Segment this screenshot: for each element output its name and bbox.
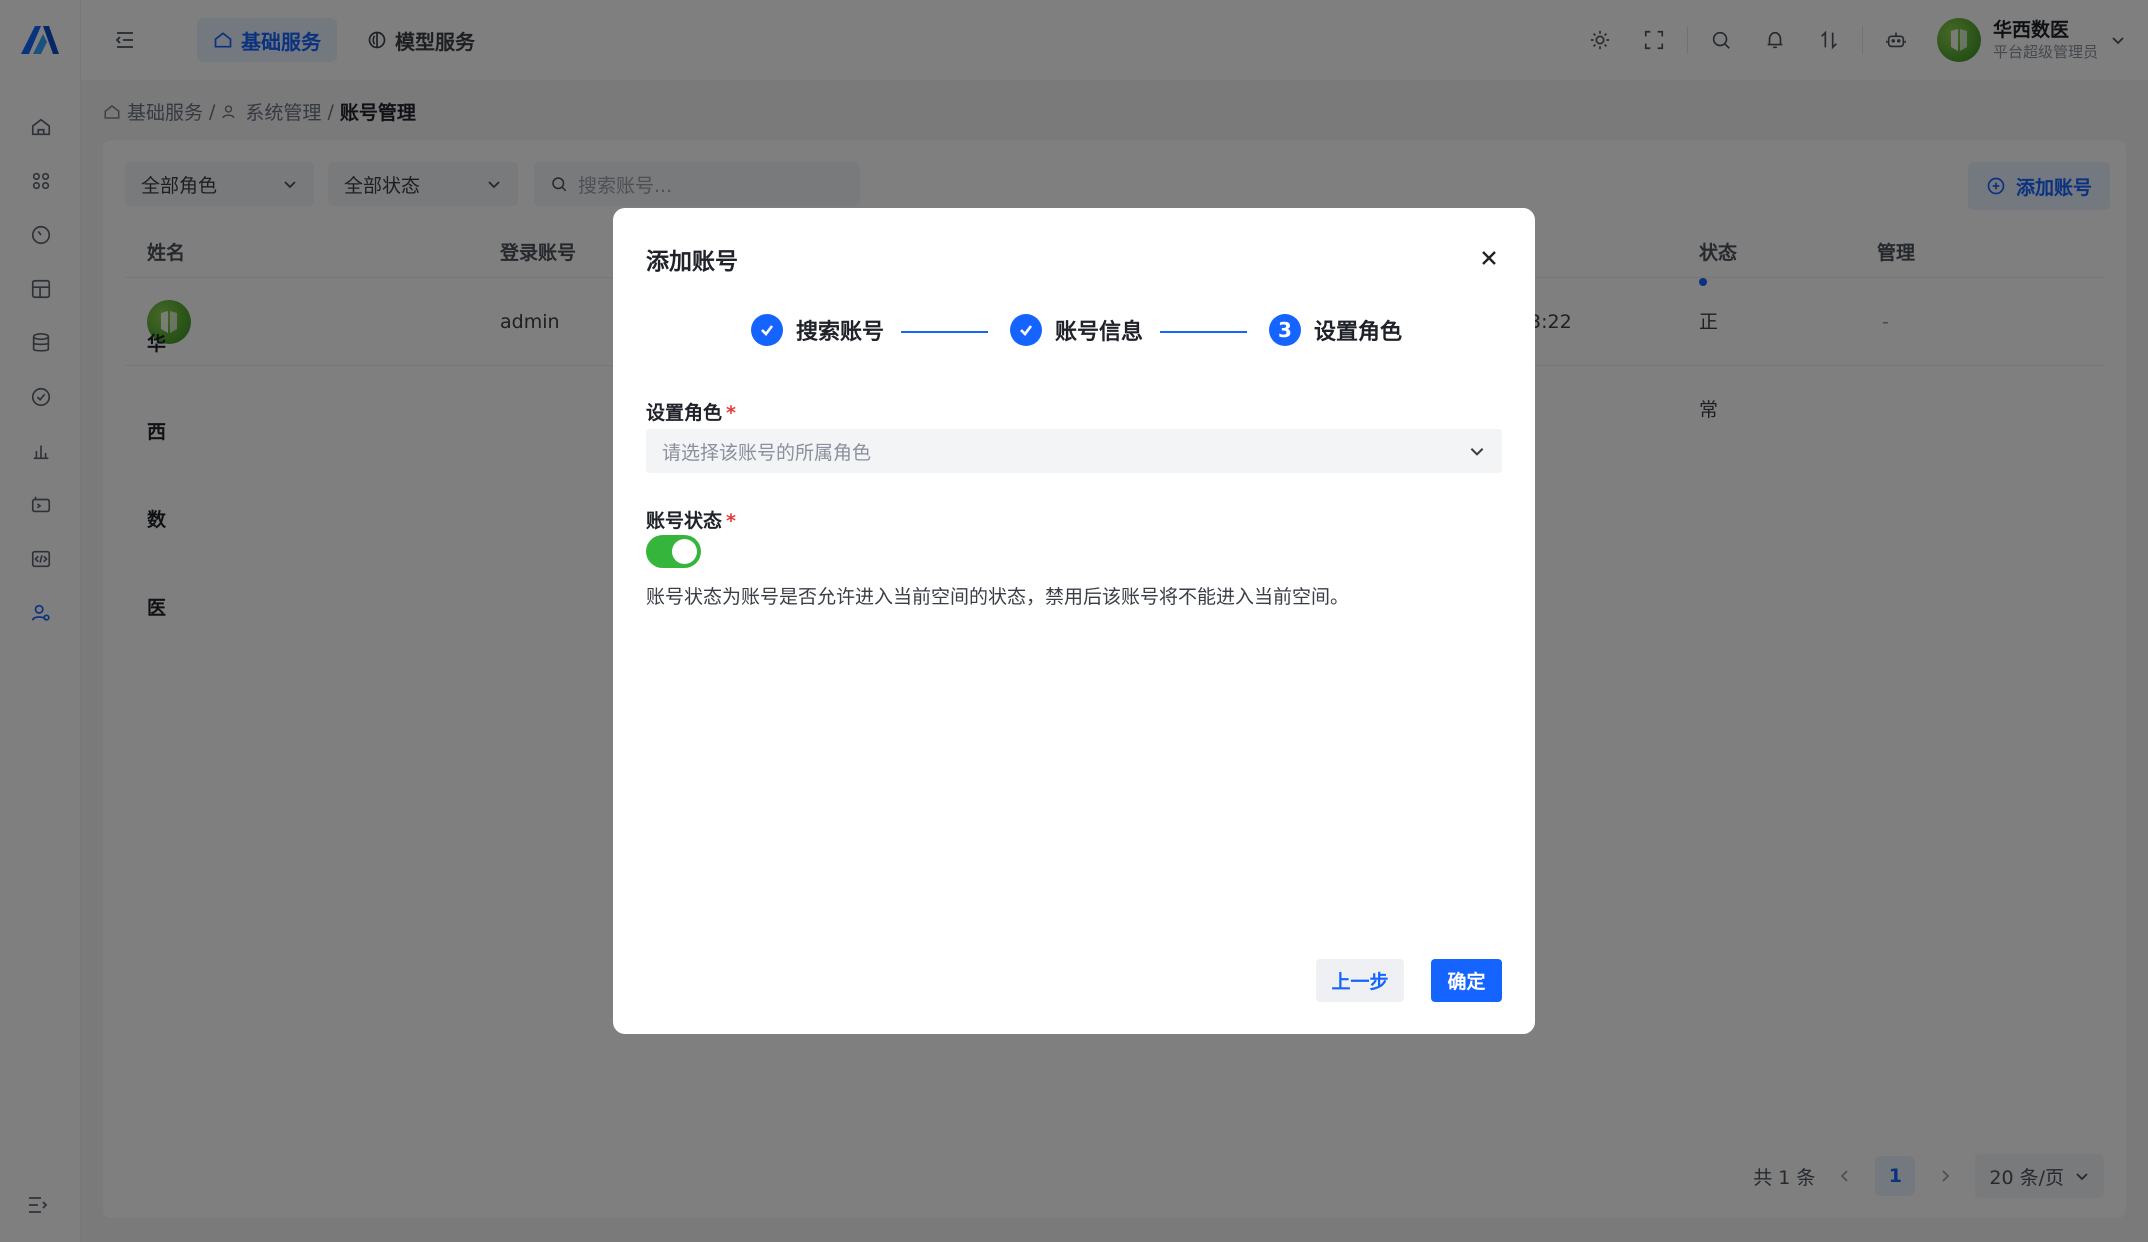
status-toggle[interactable] <box>646 535 701 568</box>
required-mark: * <box>726 402 736 424</box>
check-icon <box>751 314 783 346</box>
role-field-label: 设置角色 * <box>646 398 736 425</box>
stepper: 搜索账号 账号信息 3 设置角色 <box>613 314 1535 350</box>
step-search-account: 搜索账号 <box>751 314 884 346</box>
step-label: 搜索账号 <box>796 320 885 345</box>
dialog-title: 添加账号 <box>646 249 738 275</box>
role-label-text: 设置角色 <box>646 402 723 424</box>
role-select[interactable]: 请选择该账号的所属角色 <box>646 429 1502 473</box>
step-connector <box>901 331 988 333</box>
status-field-label: 账号状态 * <box>646 506 736 533</box>
role-select-placeholder: 请选择该账号的所属角色 <box>662 441 872 464</box>
status-hint: 账号状态为账号是否允许进入当前空间的状态，禁用后该账号将不能进入当前空间。 <box>646 586 1350 608</box>
step-label: 账号信息 <box>1055 320 1144 345</box>
add-account-dialog: 添加账号 搜索账号 账号信息 3 设置角色 设置角色 * 请选择该账号的所属角色 … <box>613 208 1535 1034</box>
toggle-knob <box>672 539 697 564</box>
confirm-button[interactable]: 确定 <box>1431 959 1502 1002</box>
step-set-role: 3 设置角色 <box>1269 314 1402 346</box>
step-account-info: 账号信息 <box>1010 314 1143 346</box>
status-label-text: 账号状态 <box>646 510 723 532</box>
check-icon <box>1010 314 1042 346</box>
step-connector <box>1160 331 1247 333</box>
chevron-down-icon <box>1468 442 1486 460</box>
prev-step-button[interactable]: 上一步 <box>1316 959 1404 1002</box>
step-label: 设置角色 <box>1314 320 1403 345</box>
required-mark: * <box>726 510 736 532</box>
close-icon[interactable] <box>1479 248 1499 268</box>
step-number: 3 <box>1269 314 1301 346</box>
